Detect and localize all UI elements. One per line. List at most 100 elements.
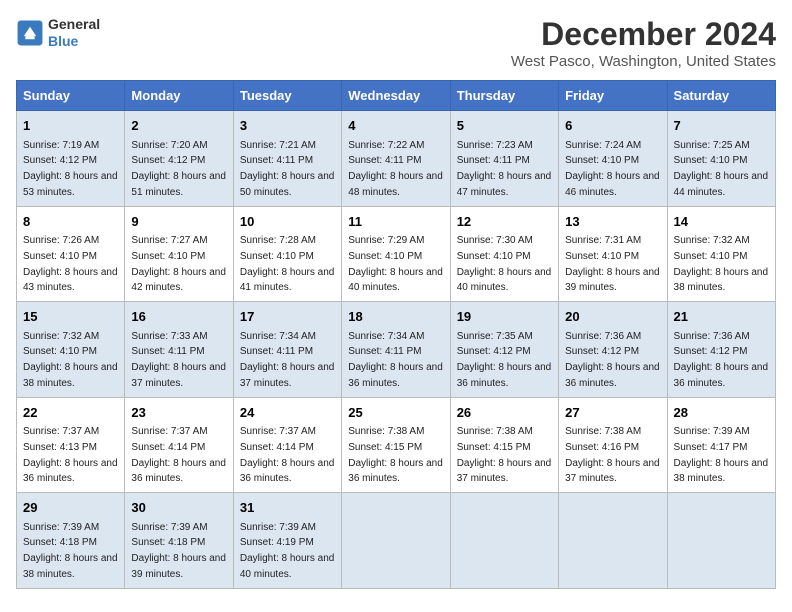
calendar-cell: 9 Sunrise: 7:27 AMSunset: 4:10 PMDaylight… — [125, 206, 233, 302]
calendar-week-row: 8Sunrise: 7:26 AMSunset: 4:10 PMDaylight… — [17, 206, 776, 302]
calendar-cell — [667, 493, 775, 589]
logo: General Blue — [16, 16, 100, 50]
calendar-cell: 30 Sunrise: 7:39 AMSunset: 4:18 PMDayligh… — [125, 493, 233, 589]
day-number: 22 — [23, 403, 118, 423]
cell-content: Sunrise: 7:39 AMSunset: 4:19 PMDaylight:… — [240, 522, 335, 580]
day-number: 17 — [240, 307, 335, 327]
calendar-week-row: 1 Sunrise: 7:19 AMSunset: 4:12 PMDaylight… — [17, 111, 776, 207]
calendar-cell: 31Sunrise: 7:39 AMSunset: 4:19 PMDayligh… — [233, 493, 341, 589]
calendar-cell: 21 Sunrise: 7:36 AMSunset: 4:12 PMDayligh… — [667, 302, 775, 398]
calendar-cell — [342, 493, 450, 589]
logo-icon — [16, 19, 44, 47]
day-header-sunday: Sunday — [17, 81, 125, 111]
calendar-week-row: 29Sunrise: 7:39 AMSunset: 4:18 PMDayligh… — [17, 493, 776, 589]
calendar-cell: 27 Sunrise: 7:38 AMSunset: 4:16 PMDayligh… — [559, 397, 667, 493]
day-number: 13 — [565, 212, 660, 232]
calendar-cell: 26 Sunrise: 7:38 AMSunset: 4:15 PMDayligh… — [450, 397, 558, 493]
day-header-thursday: Thursday — [450, 81, 558, 111]
day-number: 30 — [131, 498, 226, 518]
cell-content: Sunrise: 7:21 AMSunset: 4:11 PMDaylight:… — [240, 140, 335, 198]
calendar-cell: 8Sunrise: 7:26 AMSunset: 4:10 PMDaylight… — [17, 206, 125, 302]
cell-content: Sunrise: 7:36 AMSunset: 4:12 PMDaylight:… — [565, 331, 660, 389]
day-number: 25 — [348, 403, 443, 423]
day-number: 7 — [674, 116, 769, 136]
cell-content: Sunrise: 7:30 AMSunset: 4:10 PMDaylight:… — [457, 235, 552, 293]
day-number: 28 — [674, 403, 769, 423]
cell-content: Sunrise: 7:27 AMSunset: 4:10 PMDaylight:… — [131, 235, 226, 293]
day-number: 4 — [348, 116, 443, 136]
calendar-cell: 22 Sunrise: 7:37 AMSunset: 4:13 PMDayligh… — [17, 397, 125, 493]
page-header: General Blue December 2024 West Pasco, W… — [16, 16, 776, 70]
calendar-cell: 1 Sunrise: 7:19 AMSunset: 4:12 PMDaylight… — [17, 111, 125, 207]
title-section: December 2024 West Pasco, Washington, Un… — [511, 16, 776, 70]
day-number: 6 — [565, 116, 660, 136]
day-number: 20 — [565, 307, 660, 327]
cell-content: Sunrise: 7:39 AMSunset: 4:18 PMDaylight:… — [131, 522, 226, 580]
cell-content: Sunrise: 7:23 AMSunset: 4:11 PMDaylight:… — [457, 140, 552, 198]
day-number: 11 — [348, 212, 443, 232]
cell-content: Sunrise: 7:22 AMSunset: 4:11 PMDaylight:… — [348, 140, 443, 198]
cell-content: Sunrise: 7:34 AMSunset: 4:11 PMDaylight:… — [348, 331, 443, 389]
day-header-friday: Friday — [559, 81, 667, 111]
header-row: SundayMondayTuesdayWednesdayThursdayFrid… — [17, 81, 776, 111]
day-number: 24 — [240, 403, 335, 423]
calendar-cell: 18 Sunrise: 7:34 AMSunset: 4:11 PMDayligh… — [342, 302, 450, 398]
calendar-cell: 14Sunrise: 7:32 AMSunset: 4:10 PMDayligh… — [667, 206, 775, 302]
logo-blue: Blue — [48, 33, 100, 50]
calendar-cell: 20 Sunrise: 7:36 AMSunset: 4:12 PMDayligh… — [559, 302, 667, 398]
calendar-cell: 29Sunrise: 7:39 AMSunset: 4:18 PMDayligh… — [17, 493, 125, 589]
day-number: 18 — [348, 307, 443, 327]
calendar-cell: 13Sunrise: 7:31 AMSunset: 4:10 PMDayligh… — [559, 206, 667, 302]
day-number: 2 — [131, 116, 226, 136]
calendar-cell — [450, 493, 558, 589]
day-number: 8 — [23, 212, 118, 232]
day-number: 3 — [240, 116, 335, 136]
calendar-cell: 4 Sunrise: 7:22 AMSunset: 4:11 PMDaylight… — [342, 111, 450, 207]
day-number: 26 — [457, 403, 552, 423]
cell-content: Sunrise: 7:19 AMSunset: 4:12 PMDaylight:… — [23, 140, 118, 198]
cell-content: Sunrise: 7:28 AMSunset: 4:10 PMDaylight:… — [240, 235, 335, 293]
cell-content: Sunrise: 7:39 AMSunset: 4:18 PMDaylight:… — [23, 522, 118, 580]
day-header-tuesday: Tuesday — [233, 81, 341, 111]
cell-content: Sunrise: 7:33 AMSunset: 4:11 PMDaylight:… — [131, 331, 226, 389]
cell-content: Sunrise: 7:25 AMSunset: 4:10 PMDaylight:… — [674, 140, 769, 198]
calendar-cell: 3 Sunrise: 7:21 AMSunset: 4:11 PMDaylight… — [233, 111, 341, 207]
calendar-week-row: 22 Sunrise: 7:37 AMSunset: 4:13 PMDayligh… — [17, 397, 776, 493]
calendar-cell — [559, 493, 667, 589]
calendar-week-row: 15Sunrise: 7:32 AMSunset: 4:10 PMDayligh… — [17, 302, 776, 398]
calendar-cell: 17 Sunrise: 7:34 AMSunset: 4:11 PMDayligh… — [233, 302, 341, 398]
calendar-header: SundayMondayTuesdayWednesdayThursdayFrid… — [17, 81, 776, 111]
logo-general: General — [48, 16, 100, 33]
day-number: 9 — [131, 212, 226, 232]
day-number: 1 — [23, 116, 118, 136]
day-number: 10 — [240, 212, 335, 232]
calendar-cell: 15Sunrise: 7:32 AMSunset: 4:10 PMDayligh… — [17, 302, 125, 398]
cell-content: Sunrise: 7:38 AMSunset: 4:16 PMDaylight:… — [565, 426, 660, 484]
calendar-cell: 11Sunrise: 7:29 AMSunset: 4:10 PMDayligh… — [342, 206, 450, 302]
calendar-cell: 7 Sunrise: 7:25 AMSunset: 4:10 PMDaylight… — [667, 111, 775, 207]
cell-content: Sunrise: 7:32 AMSunset: 4:10 PMDaylight:… — [674, 235, 769, 293]
calendar-cell: 25 Sunrise: 7:38 AMSunset: 4:15 PMDayligh… — [342, 397, 450, 493]
day-header-monday: Monday — [125, 81, 233, 111]
day-number: 21 — [674, 307, 769, 327]
calendar-cell: 6 Sunrise: 7:24 AMSunset: 4:10 PMDaylight… — [559, 111, 667, 207]
calendar-body: 1 Sunrise: 7:19 AMSunset: 4:12 PMDaylight… — [17, 111, 776, 589]
cell-content: Sunrise: 7:38 AMSunset: 4:15 PMDaylight:… — [457, 426, 552, 484]
day-header-saturday: Saturday — [667, 81, 775, 111]
calendar-cell: 28 Sunrise: 7:39 AMSunset: 4:17 PMDayligh… — [667, 397, 775, 493]
day-number: 19 — [457, 307, 552, 327]
calendar-cell: 5Sunrise: 7:23 AMSunset: 4:11 PMDaylight… — [450, 111, 558, 207]
cell-content: Sunrise: 7:38 AMSunset: 4:15 PMDaylight:… — [348, 426, 443, 484]
day-number: 23 — [131, 403, 226, 423]
day-number: 15 — [23, 307, 118, 327]
cell-content: Sunrise: 7:37 AMSunset: 4:14 PMDaylight:… — [240, 426, 335, 484]
cell-content: Sunrise: 7:37 AMSunset: 4:13 PMDaylight:… — [23, 426, 118, 484]
day-number: 27 — [565, 403, 660, 423]
cell-content: Sunrise: 7:39 AMSunset: 4:17 PMDaylight:… — [674, 426, 769, 484]
cell-content: Sunrise: 7:37 AMSunset: 4:14 PMDaylight:… — [131, 426, 226, 484]
cell-content: Sunrise: 7:36 AMSunset: 4:12 PMDaylight:… — [674, 331, 769, 389]
calendar-cell: 23 Sunrise: 7:37 AMSunset: 4:14 PMDayligh… — [125, 397, 233, 493]
cell-content: Sunrise: 7:20 AMSunset: 4:12 PMDaylight:… — [131, 140, 226, 198]
cell-content: Sunrise: 7:34 AMSunset: 4:11 PMDaylight:… — [240, 331, 335, 389]
cell-content: Sunrise: 7:24 AMSunset: 4:10 PMDaylight:… — [565, 140, 660, 198]
